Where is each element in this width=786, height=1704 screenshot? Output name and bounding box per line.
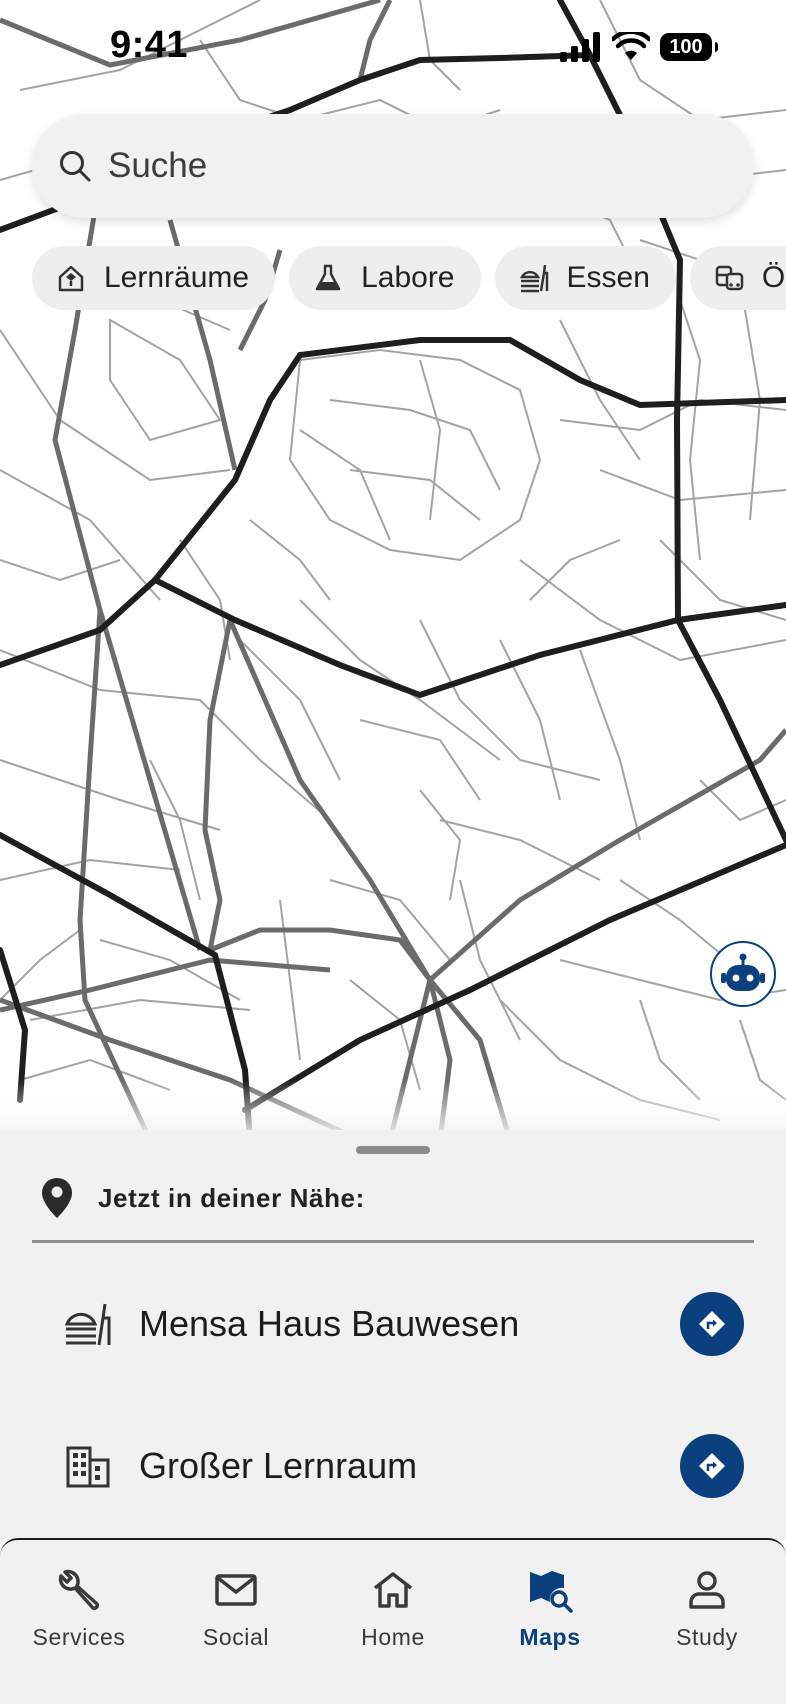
- directions-button[interactable]: [680, 1434, 744, 1498]
- building-icon: [66, 1446, 110, 1488]
- tab-services[interactable]: Services: [9, 1566, 149, 1651]
- chip-oepnv[interactable]: ÖPNV: [689, 246, 786, 310]
- location-pin-icon: [42, 1178, 72, 1218]
- lab-flask-icon: [315, 264, 341, 291]
- tab-home[interactable]: Home: [323, 1566, 463, 1651]
- food-icon: [64, 1303, 111, 1346]
- status-icons: 100: [560, 32, 718, 62]
- person-icon: [689, 1571, 725, 1609]
- chip-labore[interactable]: Labore: [289, 246, 481, 310]
- map-search-icon: [530, 1571, 573, 1613]
- tab-study[interactable]: Study: [637, 1566, 777, 1651]
- robot-icon: [721, 953, 765, 991]
- cellular-signal-icon: [560, 32, 600, 62]
- place-name: Großer Lernraum: [139, 1445, 418, 1486]
- tab-label: Services: [32, 1624, 126, 1650]
- tab-label: Maps: [519, 1624, 581, 1650]
- chip-label: Labore: [361, 261, 455, 294]
- status-time: 9:41: [110, 24, 189, 66]
- tab-social[interactable]: Social: [166, 1566, 306, 1651]
- tab-label: Home: [361, 1624, 425, 1650]
- directions-button[interactable]: [680, 1292, 744, 1356]
- place-name: Mensa Haus Bauwesen: [139, 1303, 520, 1344]
- bottom-tab-bar: Services Social Home Maps Study: [0, 1538, 786, 1704]
- nearby-title: Jetzt in deiner Nähe:: [98, 1182, 365, 1213]
- chip-lernraeume[interactable]: Lernräume: [32, 246, 276, 310]
- food-icon: [519, 264, 548, 293]
- home-icon: [373, 1572, 413, 1608]
- status-bar: 9:41 100: [0, 0, 786, 96]
- directions-icon: [699, 1453, 725, 1479]
- battery-icon: 100: [660, 33, 718, 61]
- mail-icon: [215, 1574, 257, 1606]
- tab-maps[interactable]: Maps: [480, 1566, 620, 1651]
- chip-label: Lernräume: [104, 261, 250, 294]
- directions-icon: [699, 1311, 725, 1337]
- transit-icon: [715, 265, 744, 291]
- sheet-divider: [32, 1240, 754, 1243]
- search-input[interactable]: [108, 146, 668, 186]
- search-bar[interactable]: [32, 114, 754, 218]
- nearby-bottom-sheet[interactable]: Jetzt in deiner Nähe: Mensa Haus Bauwese…: [0, 1130, 786, 1540]
- tab-label: Social: [202, 1624, 270, 1650]
- chip-essen[interactable]: Essen: [494, 246, 676, 310]
- tab-label: Study: [676, 1624, 738, 1650]
- chip-label: ÖPNV: [761, 261, 786, 294]
- wrench-icon: [58, 1569, 100, 1611]
- study-room-icon: [58, 265, 84, 292]
- chip-label: Essen: [566, 261, 650, 294]
- nearby-header: Jetzt in deiner Nähe:: [40, 1176, 365, 1220]
- search-icon: [60, 151, 91, 182]
- sheet-drag-handle[interactable]: [356, 1146, 430, 1154]
- wifi-icon: [612, 32, 650, 60]
- nearby-place-item[interactable]: Großer Lernraum: [0, 1416, 786, 1516]
- nearby-place-item[interactable]: Mensa Haus Bauwesen: [0, 1274, 786, 1374]
- category-chips: Lernräume Labore Essen Ö: [32, 246, 786, 310]
- assistant-robot-button[interactable]: [710, 941, 776, 1007]
